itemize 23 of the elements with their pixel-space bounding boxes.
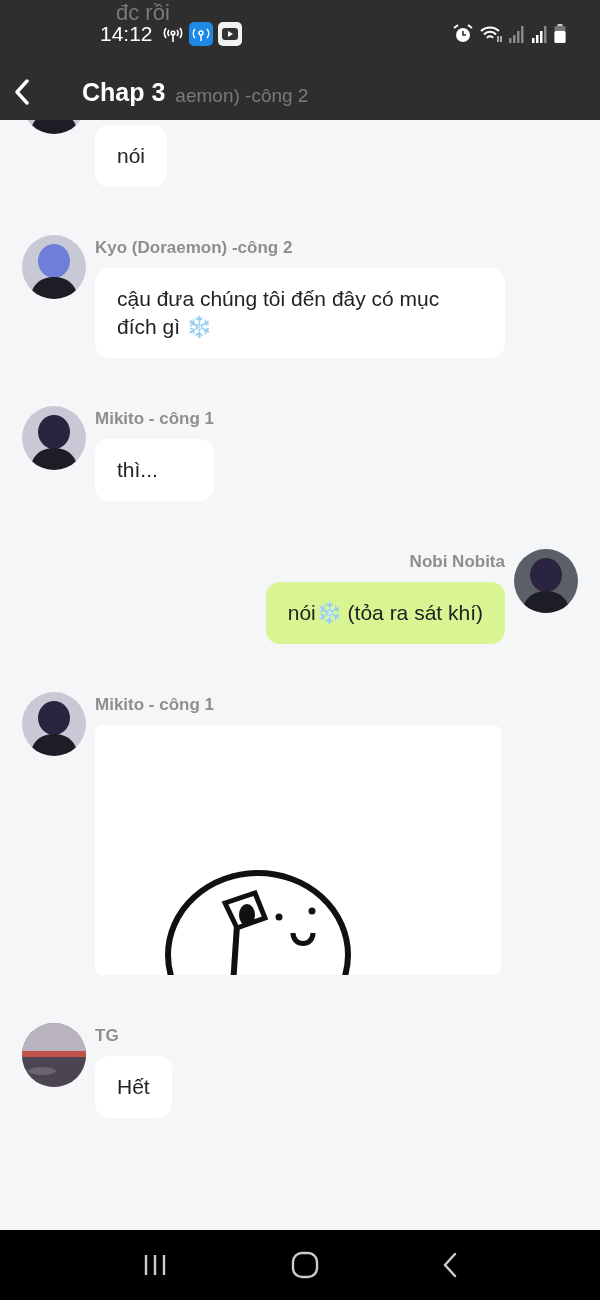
alarm-icon — [452, 23, 474, 45]
message-bubble: cậu đưa chúng tôi đến đây có mục đích gì ❄ — [95, 268, 505, 358]
message-bubble: Hết — [95, 1056, 172, 1118]
sender-name: Nobi Nobita — [409, 552, 505, 572]
back-icon — [14, 79, 30, 105]
home-icon[interactable] — [291, 1251, 319, 1279]
message-bubble: thì... — [95, 439, 214, 501]
video-app-icon — [217, 22, 242, 46]
signal-icon — [531, 24, 549, 44]
app-notification-icon — [188, 22, 213, 46]
signal-icon — [508, 24, 526, 44]
message-bubble: nói — [95, 125, 168, 187]
battery-icon — [554, 24, 566, 44]
sender-name: aemon) -công 2 — [175, 84, 309, 108]
chat-title: Chap 3 — [82, 77, 166, 107]
sender-name: Mikito - công 1 — [95, 695, 215, 715]
sender-name: TG — [95, 1026, 120, 1046]
sender-name: Kyo (Doraemon) -công 2 — [95, 238, 294, 258]
avatar — [22, 1023, 86, 1087]
wifi-icon — [479, 24, 503, 44]
message-bubble: nói❄ (tỏa ra sát khí) — [265, 582, 505, 644]
back-icon[interactable] — [442, 1252, 459, 1278]
sender-name: Mikito - công 1 — [95, 409, 214, 429]
